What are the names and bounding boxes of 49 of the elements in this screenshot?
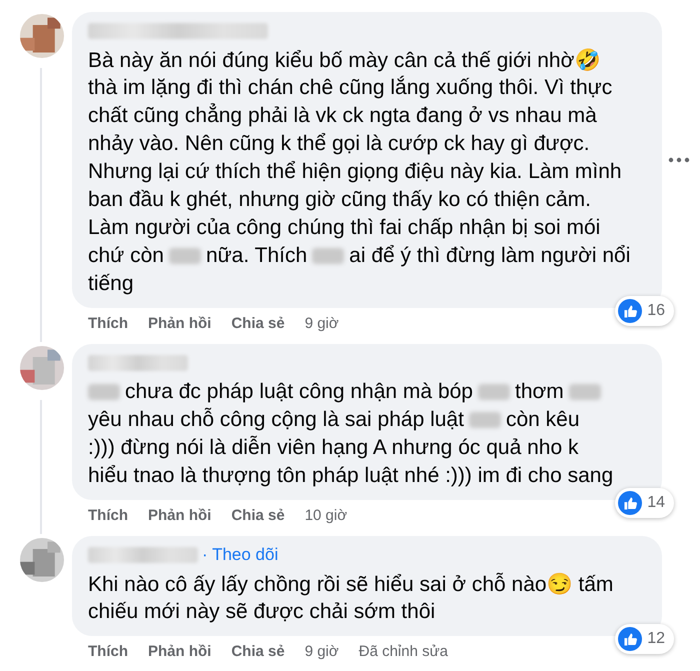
comment-text: Khi nào cô ấy lấy chồng rồi sẽ hiểu sai ở chỗ nào😏 tấm (88, 572, 614, 596)
action-link[interactable]: Thích (88, 507, 128, 524)
comment-text: thà im lặng đi thì chán chê cũng lắng xuống thôi. Vì thực (88, 76, 612, 100)
comment-text: ai để ý thì đừng làm người nổi (349, 244, 630, 268)
blurred-word (312, 248, 344, 264)
comment-text: nhảy vào. Nên cũng k thể gọi là cướp ck hay gì được. (88, 132, 590, 156)
edited-label: Đã chỉnh sửa (358, 643, 448, 660)
action-link[interactable]: Chia sẻ (231, 315, 285, 332)
comment-text: chứ còn (88, 244, 164, 268)
reaction-badge[interactable]: 16 (615, 296, 674, 326)
reaction-badge[interactable]: 14 (615, 488, 674, 518)
blurred-word (478, 384, 510, 400)
avatar[interactable] (20, 538, 64, 582)
action-link[interactable]: Phản hồi (148, 315, 212, 332)
action-link[interactable]: Thích (88, 315, 128, 332)
reaction-badge[interactable]: 12 (615, 624, 674, 654)
avatar[interactable] (20, 14, 64, 58)
blurred-word (88, 384, 120, 400)
comment-text: yêu nhau chỗ công cộng là sai pháp luật (88, 408, 464, 432)
comment-text: Làm người của công chúng thì fai chấp nhận bị soi mói (88, 216, 600, 240)
comment-text: chất cũng chẳng phải là vk ck ngta đang ở vs nhau mà (88, 104, 597, 128)
comment-text: còn kêu (506, 408, 580, 432)
follow-link[interactable]: · Theo dõi (202, 545, 278, 565)
comment-text: hiểu tnao là thượng tôn pháp luật nhé :))) im đi cho sang (88, 464, 614, 488)
comment-text: chiếu mới này sẽ được chải sớm thôi (88, 600, 436, 624)
action-link[interactable]: Thích (88, 643, 128, 660)
comment-text: ban đầu k ghét, nhưng giờ cũng thấy ko có thiện cảm. (88, 188, 591, 212)
comment-text: Nhưng lại cứ thích thể hiện giọng điệu này kia. Làm mình (88, 160, 622, 184)
blurred-word (568, 384, 601, 400)
blurred-word (168, 248, 201, 264)
comment-text: chưa đc pháp luật công nhận mà bóp (125, 380, 473, 404)
like-icon (618, 299, 642, 323)
more-icon[interactable] (668, 157, 690, 163)
action-link[interactable]: Phản hồi (148, 643, 212, 660)
action-link[interactable]: Chia sẻ (231, 643, 285, 660)
action-link[interactable]: Chia sẻ (231, 507, 285, 524)
comment-text: tiếng (88, 272, 134, 296)
blurred-word (468, 412, 501, 428)
timestamp: 10 giờ (304, 507, 348, 524)
action-link[interactable]: Phản hồi (148, 507, 212, 524)
comment-text: Bà này ăn nói đúng kiểu bố mày cân cả thế giới nhờ🤣 (88, 48, 600, 72)
avatar[interactable] (20, 346, 64, 390)
like-icon (618, 491, 642, 515)
timestamp: 9 giờ (304, 315, 339, 332)
timestamp: 9 giờ (304, 643, 339, 660)
comment-text: nữa. Thích (206, 244, 308, 268)
comment-text: thơm (514, 380, 564, 404)
like-icon (618, 627, 642, 651)
comment-text: :))) đừng nói là diễn viên hạng A nhưng óc quả nho k (88, 436, 578, 460)
